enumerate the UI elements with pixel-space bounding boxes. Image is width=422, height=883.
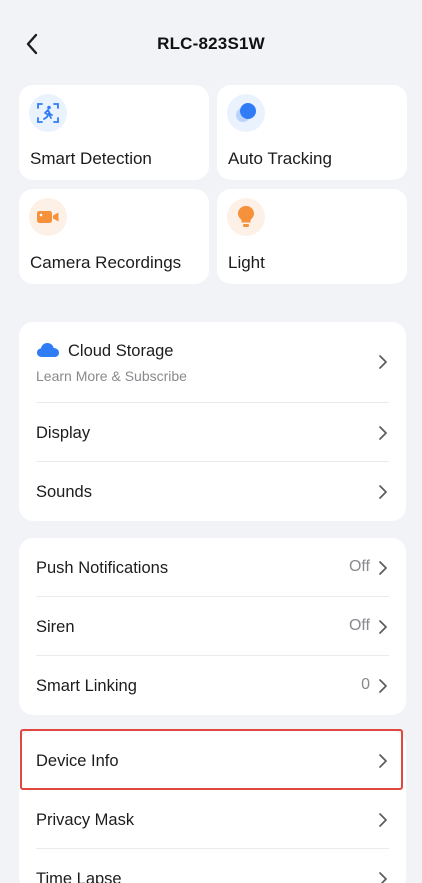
row-label: Sounds [36,483,92,501]
chevron-right-icon [379,485,387,499]
row-label: Privacy Mask [36,811,135,829]
chevron-right-icon [379,561,387,575]
chevron-right-icon [379,813,387,827]
settings-group-2: Push Notifications Off Siren Off Smart L… [19,538,406,715]
tracking-dot-icon [236,103,256,122]
row-value: Off [348,558,370,575]
display-row[interactable]: Display [19,403,406,462]
time-lapse-row[interactable]: Time Lapse [19,849,406,883]
row-value: Off [348,617,370,634]
header: RLC-823S1W [0,0,422,76]
privacy-mask-row[interactable]: Privacy Mask [19,790,406,849]
row-label: Siren [36,618,75,636]
cloud-storage-row[interactable]: Cloud Storage Learn More & Subscribe [19,322,406,403]
person-motion-icon [37,103,59,123]
tile-label: Light [228,253,265,272]
sounds-row[interactable]: Sounds [19,462,406,521]
device-info-row[interactable]: Device Info [19,731,406,790]
tile-light[interactable]: Light [217,189,407,284]
chevron-right-icon [379,355,387,369]
video-camera-icon [37,211,59,223]
row-label: Push Notifications [36,559,169,577]
chevron-right-icon [379,872,387,883]
row-label: Device Info [36,752,119,770]
row-label: Time Lapse [36,870,122,883]
tile-icon-bg [227,198,265,236]
tile-smart-detection[interactable]: Smart Detection [19,85,209,180]
siren-row[interactable]: Siren Off [19,597,406,656]
push-notifications-row[interactable]: Push Notifications Off [19,538,406,597]
settings-group-1: Cloud Storage Learn More & Subscribe Dis… [19,322,406,521]
tile-camera-recordings[interactable]: Camera Recordings [19,189,209,284]
chevron-right-icon [379,620,387,634]
settings-group-3: Device Info Privacy Mask Time Lapse [19,731,406,883]
tile-label: Smart Detection [30,149,152,168]
tile-label: Auto Tracking [228,149,332,168]
chevron-right-icon [379,426,387,440]
chevron-right-icon [379,754,387,768]
row-label: Smart Linking [36,677,137,695]
row-label: Display [36,424,91,442]
tile-auto-tracking[interactable]: Auto Tracking [217,85,407,180]
page-title: RLC-823S1W [157,34,265,53]
smart-linking-row[interactable]: Smart Linking 0 [19,656,406,715]
cloud-icon [37,343,59,357]
tile-icon-bg [227,94,265,132]
cloud-storage-title: Cloud Storage [68,342,174,360]
tile-icon-bg [29,94,67,132]
chevron-right-icon [379,679,387,693]
row-value: 0 [361,676,370,693]
cloud-storage-subtitle: Learn More & Subscribe [36,368,187,384]
light-bulb-icon [238,206,254,227]
tile-label: Camera Recordings [30,253,182,272]
tile-icon-bg [29,198,67,236]
